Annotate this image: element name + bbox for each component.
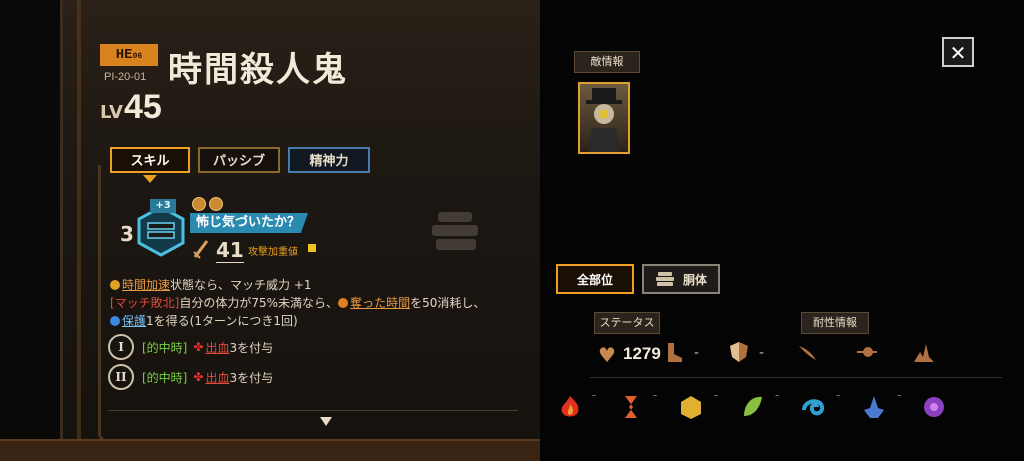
- lust-resist: -: [653, 388, 658, 402]
- skill-desc-line-2: [マッチ敗北]自分の体力が75%未満なら、 奪った時間を50消耗し、: [110, 296, 486, 310]
- keyword-time-acceleration[interactable]: 時間加速: [122, 278, 170, 292]
- pride-icon: [864, 396, 884, 418]
- enemy-code: PI-20-01: [104, 71, 147, 83]
- keyword-bleed[interactable]: 出血: [205, 369, 229, 386]
- bleed-icon: ✤: [193, 340, 204, 354]
- gloom-icon: [802, 399, 825, 416]
- close-button[interactable]: ✕: [942, 37, 974, 67]
- hp-value: 1279: [623, 344, 661, 363]
- status-divider: [590, 377, 1002, 378]
- level-label: LV: [100, 102, 123, 123]
- skill-desc-line-1: 時間加速状態なら、マッチ威力 +1: [110, 276, 312, 293]
- enemy-name: 時間殺人鬼: [168, 50, 348, 90]
- sloth-resist: -: [714, 388, 719, 402]
- keyword-bleed[interactable]: 出血: [205, 339, 229, 356]
- attack-weight-label: 攻撃加重値: [248, 247, 298, 258]
- tab-passive[interactable]: パッシブ: [198, 147, 280, 173]
- divider: [108, 410, 518, 411]
- enemy-portrait[interactable]: [578, 82, 630, 154]
- gluttony-resist: -: [775, 388, 780, 402]
- skill-name: 怖じ気づいたか？: [190, 213, 308, 233]
- defense-icon: [730, 342, 748, 362]
- coin-number-badge: II: [108, 364, 134, 390]
- sword-icon: [193, 240, 209, 259]
- coin-number-badge: I: [108, 334, 134, 360]
- body-part-icon: [655, 272, 674, 286]
- speed-value: -: [694, 345, 700, 361]
- slash-resist-icon: [799, 346, 816, 360]
- envy-icon: [924, 397, 944, 417]
- keyword-clash-lose: [マッチ敗北]: [110, 296, 180, 310]
- attack-weight-value: 41: [216, 238, 244, 263]
- speed-icon: [668, 343, 682, 362]
- body-part-button[interactable]: 胴体: [642, 264, 720, 294]
- resistance-label: 耐性情報: [801, 312, 869, 334]
- skill-count: 3: [120, 222, 134, 246]
- sloth-icon: [681, 396, 701, 419]
- level-value: 45: [124, 88, 162, 126]
- on-hit-label: [的中時]: [142, 340, 188, 355]
- all-parts-button[interactable]: 全部位: [556, 264, 634, 294]
- coin-effect-row: I [的中時] ✤ 出血 3を付与: [108, 334, 273, 360]
- enemy-info-label: 敵情報: [574, 51, 640, 73]
- gluttony-icon: [744, 396, 762, 416]
- coins: [192, 196, 226, 215]
- defense-value: -: [759, 345, 765, 361]
- tab-spirit[interactable]: 精神力: [288, 147, 370, 173]
- skill-desc-line-3: 保護1を得る(1ターンにつき1回): [110, 312, 298, 329]
- wrath-resist: -: [592, 388, 597, 402]
- time-acceleration-icon: [110, 280, 120, 290]
- stacked-coins-icon: [432, 212, 478, 250]
- scroll-down-icon[interactable]: [320, 417, 332, 426]
- skill-power-tag: +3: [150, 199, 176, 213]
- wrath-icon: [561, 396, 579, 417]
- keyword-stolen-time[interactable]: 奪った時間: [350, 296, 410, 310]
- attack-weight-marker-icon: [308, 244, 316, 252]
- risk-level-badge: HE06: [100, 44, 158, 66]
- enemy-portrait-image: [586, 88, 622, 152]
- hp-icon: ♥: [598, 343, 616, 367]
- stolen-time-icon: [338, 298, 349, 308]
- coin-icon: [209, 197, 223, 211]
- bottom-bar: [0, 439, 560, 461]
- bleed-icon: ✤: [193, 370, 204, 384]
- status-label: ステータス: [594, 312, 660, 334]
- tab-pointer-icon: [143, 175, 157, 183]
- pierce-resist-icon: [857, 347, 877, 357]
- gloom-resist: -: [836, 388, 841, 402]
- lust-icon: [625, 396, 637, 418]
- blunt-resist-icon: [914, 344, 934, 362]
- coin-effect-row: II [的中時] ✤ 出血 3を付与: [108, 364, 273, 390]
- keyword-protection[interactable]: 保護: [122, 314, 146, 328]
- tab-skill[interactable]: スキル: [110, 147, 190, 173]
- protection-icon: [110, 316, 120, 326]
- pride-resist: -: [897, 388, 902, 402]
- on-hit-label: [的中時]: [142, 370, 188, 385]
- coin-icon: [192, 197, 206, 211]
